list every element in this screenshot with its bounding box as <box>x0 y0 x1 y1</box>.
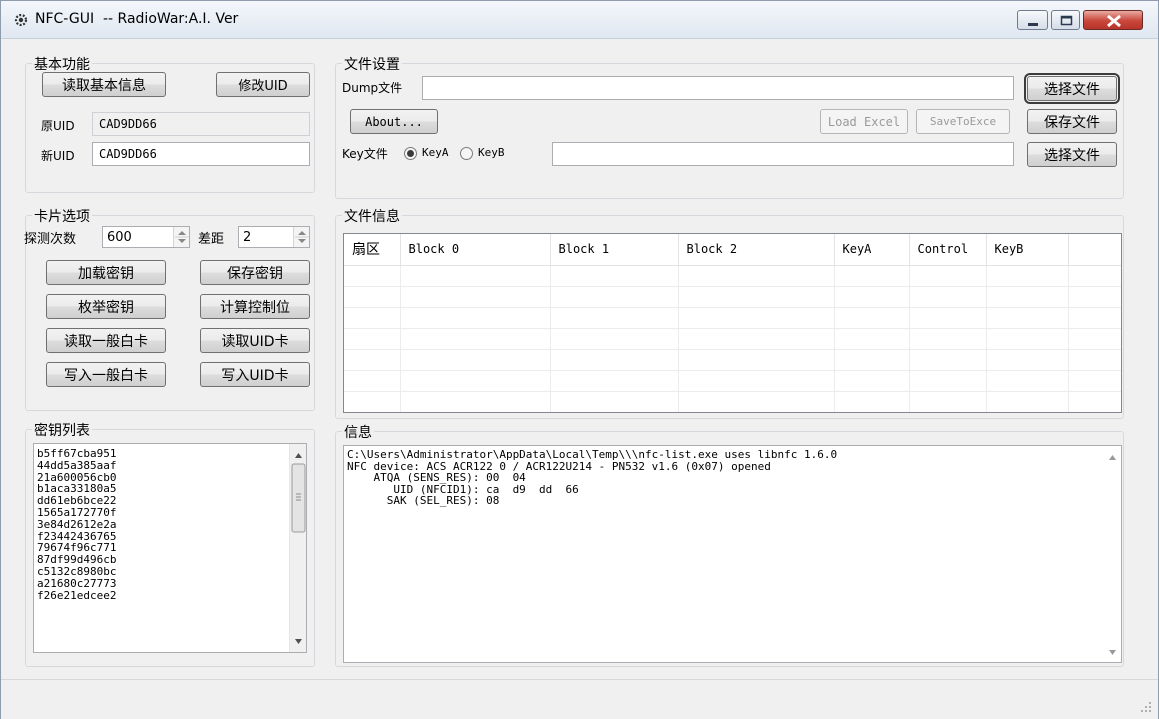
save-keys-button[interactable]: 保存密钥 <box>200 260 310 285</box>
new-uid-label: 新UID <box>41 149 75 163</box>
key-list-items: b5ff67cba951 44dd5a385aaf 21a600056cb0 b… <box>37 448 116 601</box>
status-bar <box>1 679 1158 719</box>
info-title: 信息 <box>342 422 374 442</box>
column-header-control[interactable]: Control <box>909 234 987 266</box>
read-basic-info-button[interactable]: 读取基本信息 <box>42 72 166 97</box>
app-gear-icon <box>14 13 28 27</box>
key-list-title: 密钥列表 <box>32 420 92 440</box>
select-key-file-button[interactable]: 选择文件 <box>1027 142 1117 167</box>
calc-control-bits-button[interactable]: 计算控制位 <box>200 294 310 319</box>
gap-label: 差距 <box>198 232 225 247</box>
card-options-title: 卡片选项 <box>32 206 92 226</box>
file-settings-title: 文件设置 <box>342 54 402 74</box>
probe-count-arrows[interactable] <box>173 227 189 247</box>
card-options-group: 卡片选项 探测次数 600 差距 2 加载密钥 保存密钥 枚举密钥 计算控制位 … <box>24 206 315 411</box>
orig-uid-field[interactable]: CAD9DD66 <box>92 112 310 136</box>
list-item[interactable]: 44dd5a385aaf <box>37 459 116 472</box>
gap-value: 2 <box>243 230 252 245</box>
load-keys-button[interactable]: 加载密钥 <box>46 260 166 285</box>
column-header-empty <box>1068 234 1121 266</box>
list-item[interactable]: 3e84d2612e2a <box>37 518 116 531</box>
column-header-sector[interactable]: 扇区 <box>344 234 401 266</box>
file-info-title: 文件信息 <box>342 206 402 226</box>
table-row[interactable] <box>344 328 1121 350</box>
basic-functions-title: 基本功能 <box>32 54 92 74</box>
probe-count-label: 探测次数 <box>24 232 77 247</box>
load-excel-button[interactable]: Load Excel <box>820 109 908 134</box>
orig-uid-label: 原UID <box>41 119 75 133</box>
column-header-block0[interactable]: Block 0 <box>400 234 551 266</box>
key-file-label: Key文件 <box>342 147 388 161</box>
list-item[interactable]: a21680c27773 <box>37 577 116 590</box>
table-row[interactable] <box>344 286 1121 308</box>
about-button[interactable]: About... <box>350 109 438 134</box>
save-file-button[interactable]: 保存文件 <box>1027 109 1117 134</box>
column-header-block2[interactable]: Block 2 <box>678 234 835 266</box>
list-item[interactable]: 1565a172770f <box>37 507 116 519</box>
table-row[interactable] <box>344 391 1121 412</box>
column-header-block1[interactable]: Block 1 <box>550 234 679 266</box>
list-item[interactable]: c5132c8980bc <box>37 566 116 578</box>
read-normal-card-button[interactable]: 读取一般白卡 <box>46 328 166 353</box>
key-a-radio[interactable] <box>404 147 417 160</box>
dump-file-label: Dump文件 <box>342 81 403 95</box>
info-log-text: C:\Users\Administrator\AppData\Local\Tem… <box>347 448 838 508</box>
list-item[interactable]: f26e21edcee2 <box>37 589 116 602</box>
modify-uid-button[interactable]: 修改UID <box>216 72 310 97</box>
column-header-keyb[interactable]: KeyB <box>986 234 1069 266</box>
basic-functions-group: 基本功能 读取基本信息 修改UID 原UID CAD9DD66 新UID CAD… <box>25 54 315 193</box>
app-window: NFC-GUI -- RadioWar:A.I. Ver 基本功能 读取基本信息… <box>0 0 1159 719</box>
file-info-table[interactable]: 扇区 Block 0 Block 1 Block 2 KeyA Control … <box>343 233 1122 413</box>
close-icon <box>1107 14 1121 28</box>
client-area: 基本功能 读取基本信息 修改UID 原UID CAD9DD66 新UID CAD… <box>9 45 1152 675</box>
select-dump-file-button[interactable]: 选择文件 <box>1024 73 1120 104</box>
maximize-button[interactable] <box>1051 10 1080 30</box>
window-title: NFC-GUI -- RadioWar:A.I. Ver <box>35 11 239 27</box>
column-header-keya[interactable]: KeyA <box>834 234 910 266</box>
key-listbox[interactable]: b5ff67cba951 44dd5a385aaf 21a600056cb0 b… <box>33 443 307 653</box>
spin-arrows-icon <box>295 231 309 243</box>
table-header-row: 扇区 Block 0 Block 1 Block 2 KeyA Control … <box>344 234 1121 266</box>
minimize-icon <box>1028 23 1038 26</box>
enumerate-keys-button[interactable]: 枚举密钥 <box>46 294 166 319</box>
gap-spinner[interactable]: 2 <box>238 226 310 248</box>
table-row[interactable] <box>344 307 1121 329</box>
write-uid-card-button[interactable]: 写入UID卡 <box>200 362 310 387</box>
file-settings-group: 文件设置 Dump文件 选择文件 About... Load Excel Sav… <box>335 54 1124 199</box>
write-normal-card-button[interactable]: 写入一般白卡 <box>46 362 166 387</box>
maximize-icon <box>1060 15 1073 26</box>
table-row[interactable] <box>344 265 1121 287</box>
table-row[interactable] <box>344 349 1121 371</box>
table-row[interactable] <box>344 370 1121 392</box>
close-button[interactable] <box>1083 10 1143 30</box>
key-a-label[interactable]: KeyA <box>422 146 449 159</box>
info-scrollbar[interactable] <box>1104 446 1121 662</box>
key-b-radio[interactable] <box>460 147 473 160</box>
spin-arrows-icon <box>175 231 189 243</box>
dump-file-field[interactable] <box>422 76 1014 100</box>
key-list-scrollbar[interactable] <box>289 444 306 652</box>
info-textbox[interactable]: C:\Users\Administrator\AppData\Local\Tem… <box>343 445 1122 663</box>
new-uid-field[interactable]: CAD9DD66 <box>92 142 310 166</box>
scrollbar-arrows-icon <box>1109 455 1116 655</box>
scrollbar-arrows-icon <box>291 453 306 644</box>
resize-grip-icon[interactable] <box>1140 701 1152 713</box>
probe-count-value: 600 <box>107 230 132 245</box>
read-uid-card-button[interactable]: 读取UID卡 <box>200 328 310 353</box>
key-file-field[interactable] <box>552 142 1014 166</box>
save-to-excel-button[interactable]: SaveToExce <box>916 109 1010 134</box>
probe-count-spinner[interactable]: 600 <box>102 226 190 248</box>
gap-arrows[interactable] <box>293 227 309 247</box>
title-bar[interactable]: NFC-GUI -- RadioWar:A.I. Ver <box>1 1 1158 39</box>
minimize-button[interactable] <box>1017 10 1048 30</box>
key-b-label[interactable]: KeyB <box>478 146 505 159</box>
